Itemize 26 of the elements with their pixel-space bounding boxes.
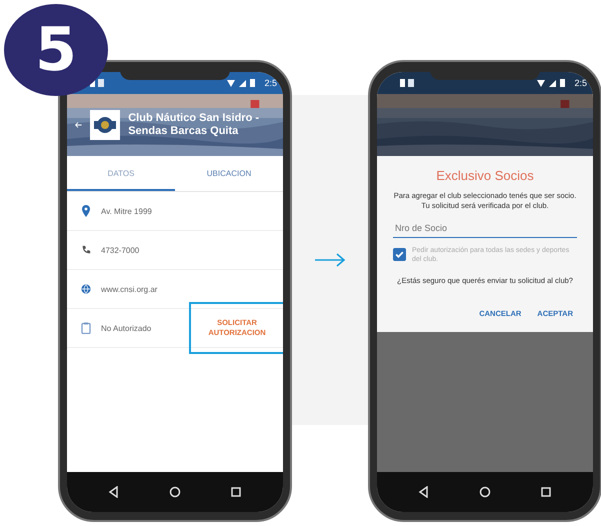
info-text: No Autorizado [101, 324, 152, 332]
dialog-title: Exclusivo Socios [436, 168, 534, 183]
recents-icon[interactable] [540, 486, 552, 498]
back-icon[interactable] [418, 486, 430, 498]
club-logo-icon [90, 110, 120, 140]
globe-icon [81, 283, 91, 295]
location-pin-icon [81, 205, 91, 217]
status-time: 2:5 [574, 78, 587, 88]
club-title: Club Náutico San Isidro - Sendas Barcas Quita [128, 112, 260, 138]
back-arrow-icon[interactable] [75, 120, 82, 130]
home-icon[interactable] [168, 486, 181, 498]
clipboard-icon [81, 322, 91, 334]
member-number-field[interactable]: Nro de Socio [393, 218, 577, 238]
back-icon[interactable] [108, 486, 120, 498]
notification-icons [399, 78, 415, 88]
info-text: www.cnsi.org.ar [101, 284, 158, 294]
checkbox[interactable] [393, 248, 406, 262]
recents-icon[interactable] [230, 486, 242, 498]
info-text: Av. Mitre 1999 [101, 206, 153, 216]
info-text: 4732-7000 [101, 246, 140, 254]
right-arrow-icon [314, 252, 346, 268]
status-time: 2:5 [264, 78, 277, 88]
phone-icon [81, 244, 91, 256]
step-badge: 5 [4, 4, 108, 96]
home-icon[interactable] [478, 486, 491, 498]
notification-icons [89, 78, 105, 88]
